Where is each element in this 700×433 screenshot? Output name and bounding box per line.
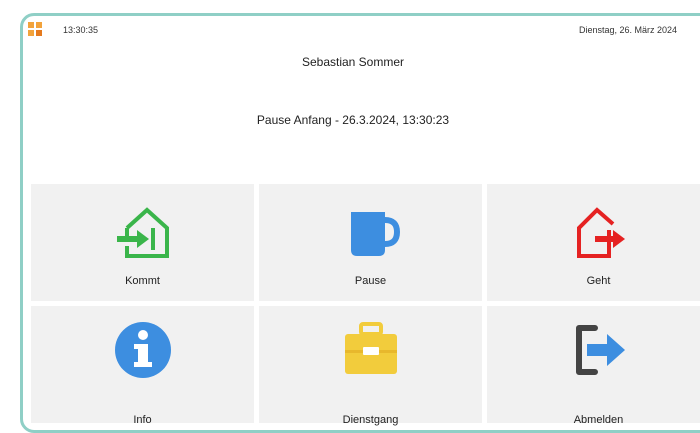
coffee-cup-icon — [350, 212, 400, 256]
info-icon — [114, 322, 171, 378]
clock: 13:30:35 — [63, 25, 99, 35]
user-name: Sebastian Sommer — [301, 55, 405, 69]
kommt-label: Kommt — [125, 275, 160, 287]
info-label: Info — [133, 414, 152, 426]
geht-label: Geht — [586, 275, 611, 287]
geht-button[interactable]: Geht — [487, 184, 700, 301]
abmelden-button[interactable]: Abmelden — [487, 306, 700, 426]
abmelden-label: Abmelden — [573, 414, 624, 426]
kommt-button[interactable]: Kommt — [31, 184, 254, 301]
dienstgang-button[interactable]: Dienstgang — [259, 306, 482, 426]
briefcase-icon — [344, 322, 397, 374]
logout-icon — [575, 325, 625, 375]
house-arrow-in-icon — [116, 207, 169, 258]
app-logo-icon — [28, 22, 42, 36]
app-window: 13:30:35 Dienstag, 26. März 2024 Sebasti… — [20, 13, 700, 433]
date-display: Dienstag, 26. März 2024 — [579, 25, 678, 35]
info-button[interactable]: Info — [31, 306, 254, 426]
pause-button[interactable]: Pause — [259, 184, 482, 301]
pause-status: Pause Anfang - 26.3.2024, 13:30:23 — [256, 113, 450, 127]
house-arrow-out-icon — [576, 207, 625, 258]
action-grid: Kommt Pause Geht Info Dienstgang Abmelde… — [31, 184, 700, 426]
pause-label: Pause — [354, 275, 387, 287]
status-bar: 13:30:35 Dienstag, 26. März 2024 — [23, 16, 700, 42]
dienstgang-label: Dienstgang — [342, 414, 399, 426]
